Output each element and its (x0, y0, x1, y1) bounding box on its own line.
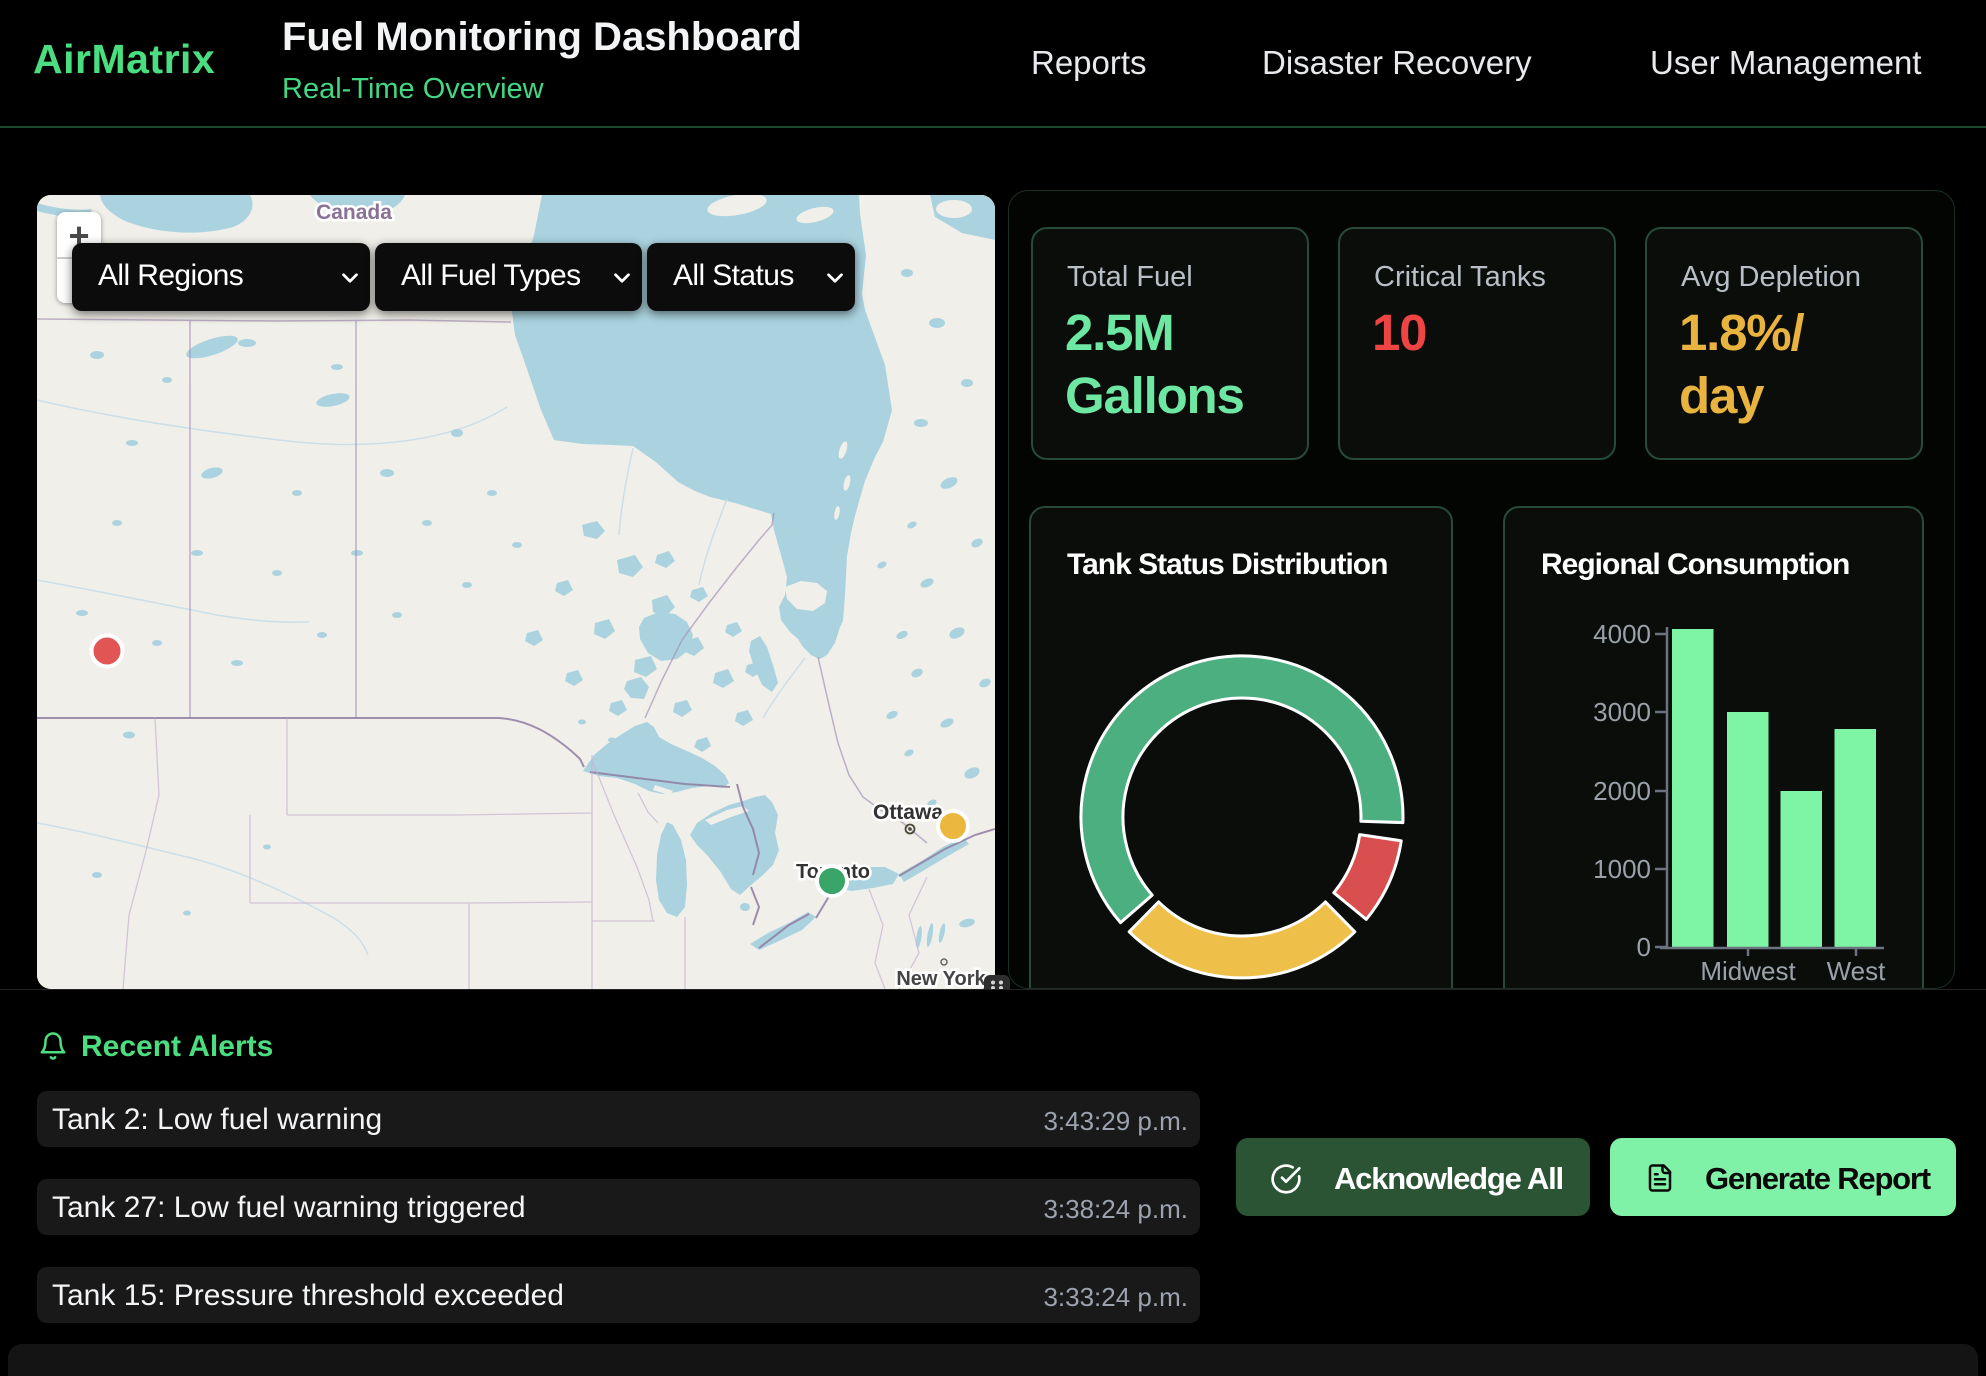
svg-text:Canada: Canada (316, 201, 392, 224)
svg-text:Midwest: Midwest (1700, 956, 1796, 986)
svg-text:Ottawa: Ottawa (873, 801, 943, 824)
svg-text:1000: 1000 (1593, 854, 1651, 884)
svg-text:0: 0 (1637, 932, 1651, 962)
svg-text:3000: 3000 (1593, 697, 1651, 727)
svg-text:West: West (1827, 956, 1887, 986)
svg-text:2000: 2000 (1593, 776, 1651, 806)
svg-text:4000: 4000 (1593, 619, 1651, 649)
svg-text:New York: New York (896, 968, 986, 989)
